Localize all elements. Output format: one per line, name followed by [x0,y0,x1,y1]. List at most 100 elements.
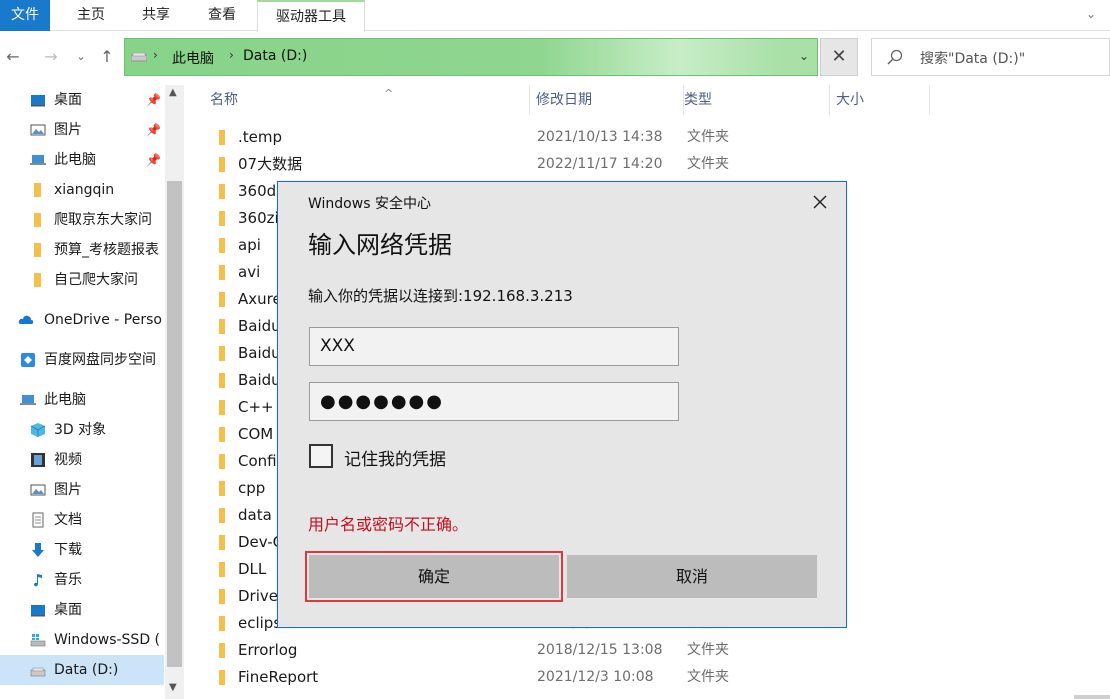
search-input[interactable]: 搜索"Data (D:)" [920,48,1025,68]
breadcrumb-separator-icon[interactable]: › [153,48,158,62]
nav-item-xiangqin[interactable]: xiangqin [0,175,164,205]
downloads-icon [32,543,44,557]
nav-item-videos[interactable]: 视频 [0,445,164,475]
cancel-button[interactable]: 取消 [567,555,817,598]
remember-credentials-checkbox[interactable] [309,444,333,468]
file-name: Baidu [238,317,281,335]
file-modified-date: 2021/10/13 14:38 [537,129,663,145]
nav-item-data-drive[interactable]: Data (D:) [0,655,164,685]
file-name: FineReport [238,668,319,686]
nav-item-desktop-quick[interactable]: 桌面 📌 [0,85,164,115]
nav-item-desktop[interactable]: 桌面 [0,595,164,625]
tab-share[interactable]: 共享 [127,0,185,31]
resize-grip[interactable] [1074,695,1110,699]
drive-icon [131,52,147,62]
tab-drive-tools[interactable]: 驱动器工具 [257,0,365,32]
baidu-sync-icon [21,353,35,367]
file-type: 文件夹 [687,129,729,145]
file-name: avi [238,263,261,281]
file-name: data [238,506,272,524]
folder-icon [219,643,225,658]
nav-item-pictures[interactable]: 图片 [0,475,164,505]
file-name: api [238,236,261,254]
column-size[interactable]: 大小 [836,85,930,115]
up-arrow-icon[interactable]: ↑ [96,46,118,68]
scroll-down-icon[interactable]: ▼ [169,682,177,693]
nav-pane-scrollbar[interactable]: ▲ ▼ [165,85,184,699]
nav-item-folder[interactable]: 自己爬大家问 [0,265,164,295]
nav-item-windows-ssd[interactable]: Windows-SSD ( [0,625,164,655]
desktop-icon [31,605,45,617]
folder-icon [219,670,225,685]
file-type: 文件夹 [687,156,729,172]
folder-icon [219,157,225,172]
address-dropdown-icon[interactable]: ⌄ [799,49,809,63]
password-field[interactable]: ●●●●●●● [309,382,679,421]
column-name[interactable]: 名称 ^ [210,85,530,115]
file-modified-date: 2021/12/3 10:08 [537,669,654,685]
folder-icon [219,481,225,496]
column-modified-date[interactable]: 修改日期 [536,85,684,115]
folder-icon [219,373,225,388]
dialog-prompt: 输入你的凭据以连接到:192.168.3.213 [308,287,573,305]
file-row[interactable]: FineReport 2021/12/3 10:08 文件夹 [186,664,1110,691]
pin-icon[interactable]: 📌 [146,115,161,145]
pin-icon[interactable]: 📌 [146,145,161,175]
file-name: Baidu [238,371,281,389]
file-row[interactable]: .temp 2021/10/13 14:38 文件夹 [186,124,1110,151]
file-name: Drive [238,587,278,605]
scrollbar-thumb[interactable] [167,181,182,667]
address-bar[interactable]: › 此电脑 › Data (D:) ⌄ [124,38,818,76]
back-arrow-icon[interactable]: ← [2,46,24,68]
nav-item-music[interactable]: 音乐 [0,565,164,595]
column-type[interactable]: 类型 [684,85,830,115]
nav-item-onedrive[interactable]: OneDrive - Perso [0,305,164,335]
nav-item-folder[interactable]: 预算_考核题报表 [0,235,164,265]
dialog-title: 输入网络凭据 [308,231,452,259]
breadcrumb-data-drive[interactable]: Data (D:) [243,48,307,64]
ok-button[interactable]: 确定 [305,551,563,602]
folder-icon [34,213,41,227]
file-row[interactable]: 07大数据 2022/11/17 14:20 文件夹 [186,151,1110,178]
navigation-bar: ← → ⌄ ↑ › 此电脑 › Data (D:) ⌄ ✕ 搜索"Data (D… [0,38,1110,78]
breadcrumb-separator-icon[interactable]: › [229,48,234,62]
nav-item-3d-objects[interactable]: 3D 对象 [0,415,164,445]
file-name: .temp [238,128,283,146]
nav-item-this-pc[interactable]: 此电脑 [0,385,164,415]
tab-view[interactable]: 查看 [193,0,251,31]
file-name: cpp [238,479,266,497]
folder-icon [219,184,225,199]
breadcrumb-this-pc[interactable]: 此电脑 [172,48,214,68]
scroll-up-icon[interactable]: ▲ [169,87,177,98]
pin-icon[interactable]: 📌 [146,85,161,115]
drive-c-icon [30,634,46,647]
tab-file[interactable]: 文件 [0,0,50,31]
file-row[interactable]: Errorlog 2018/12/15 13:08 文件夹 [186,637,1110,664]
search-box[interactable]: 搜索"Data (D:)" [871,38,1110,76]
nav-item-documents[interactable]: 文档 [0,505,164,535]
tab-home[interactable]: 主页 [63,0,119,31]
remember-credentials-label[interactable]: 记住我的凭据 [344,445,446,470]
file-modified-date: 2022/11/17 14:20 [537,156,663,172]
file-type: 文件夹 [687,642,729,658]
pictures-icon [30,124,46,136]
clear-address-button[interactable]: ✕ [820,38,858,76]
close-icon[interactable] [810,192,830,212]
nav-item-downloads[interactable]: 下载 [0,535,164,565]
onedrive-icon [18,315,34,324]
ribbon-expand-icon[interactable]: ⌄ [1086,8,1098,20]
nav-item-pictures-quick[interactable]: 图片 📌 [0,115,164,145]
file-name: 360zi [238,209,279,227]
folder-icon [219,400,225,415]
nav-item-folder[interactable]: 爬取京东大家问 [0,205,164,235]
folder-icon [219,319,225,334]
computer-icon [30,155,46,165]
folder-icon [219,130,225,145]
column-headers: 名称 ^ 修改日期 类型 大小 [186,85,1110,115]
nav-item-this-pc-quick[interactable]: 此电脑 📌 [0,145,164,175]
recent-locations-icon[interactable]: ⌄ [70,46,92,68]
forward-arrow-icon[interactable]: → [40,46,62,68]
file-name: Axure [238,290,282,308]
username-field[interactable]: XXX [309,327,679,366]
nav-item-baidu-sync[interactable]: 百度网盘同步空间 [0,345,164,375]
